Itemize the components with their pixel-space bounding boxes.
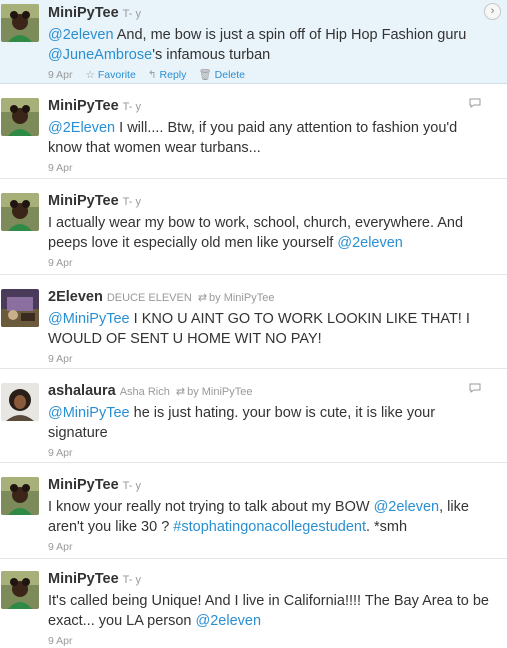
tweet-text: I know your really not trying to talk ab…: [48, 497, 495, 537]
mention-link[interactable]: @2eleven: [337, 235, 403, 251]
speech-bubble-icon[interactable]: [469, 383, 481, 393]
screen-name[interactable]: MiniPyTee: [48, 98, 119, 114]
tweet-meta: 9 Apr: [48, 446, 495, 460]
tweet-item[interactable]: MiniPyTee T- y It's called being Unique! …: [0, 559, 507, 647]
tweet-timeline: MiniPyTee T- y @2eleven And, me bow is ju…: [0, 0, 507, 647]
reply-label: Reply: [159, 69, 187, 81]
tweet-meta: 9 Apr: [48, 352, 495, 366]
text-span: 's infamous turban: [152, 47, 271, 63]
retweeted-by[interactable]: by MiniPyTee: [209, 292, 274, 304]
expand-arrow-button[interactable]: ›: [484, 3, 501, 20]
tweet-meta: 9 Apr: [48, 634, 495, 648]
retweet-info: ⇄ by MiniPyTee: [176, 386, 253, 398]
full-name: Asha Rich: [119, 386, 170, 398]
reply-arrow-icon: ↰: [147, 69, 157, 81]
tweet-text: @MiniPyTee I KNO U AINT GO TO WORK LOOKI…: [48, 309, 495, 349]
trash-icon: 🗑: [198, 69, 212, 81]
tweet-item[interactable]: MiniPyTee T- y @2eleven And, me bow is ju…: [0, 0, 507, 84]
screen-name[interactable]: MiniPyTee: [48, 193, 119, 209]
tweet-item[interactable]: ashalaura Asha Rich ⇄ by MiniPyTee @MiniPyT…: [0, 369, 507, 463]
favorite-button[interactable]: ☆ Favorite: [85, 69, 135, 81]
tweet-meta: 9 Apr: [48, 161, 495, 175]
timestamp[interactable]: 9 Apr: [48, 447, 73, 459]
text-span: It's called being Unique! And I live in …: [48, 593, 489, 629]
mention-link[interactable]: @MiniPyTee: [48, 311, 130, 327]
mention-link[interactable]: @2Eleven: [48, 120, 115, 136]
mention-link[interactable]: @2eleven: [374, 499, 440, 515]
speech-bubble-icon[interactable]: [469, 98, 481, 108]
timestamp[interactable]: 9 Apr: [48, 635, 73, 647]
timestamp[interactable]: 9 Apr: [48, 353, 73, 365]
mention-link[interactable]: @MiniPyTee: [48, 405, 130, 421]
avatar[interactable]: [1, 98, 39, 136]
screen-name[interactable]: MiniPyTee: [48, 5, 119, 21]
tweet-meta: 9 Apr: [48, 540, 495, 554]
retweet-icon: ⇄: [175, 386, 186, 398]
chevron-right-icon: ›: [490, 5, 495, 17]
screen-name[interactable]: MiniPyTee: [48, 477, 119, 493]
tweet-actions: ☆ Favorite ↰ Reply 🗑 Delete: [85, 68, 254, 82]
tweet-text: @2eleven And, me bow is just a spin off …: [48, 25, 495, 65]
retweet-info: ⇄ by MiniPyTee: [198, 292, 275, 304]
delete-label: Delete: [214, 69, 246, 81]
avatar[interactable]: [1, 477, 39, 515]
avatar[interactable]: [1, 289, 39, 327]
mention-link[interactable]: @JuneAmbrose: [48, 47, 152, 63]
reply-button[interactable]: ↰ Reply: [148, 69, 187, 81]
text-span: And, me bow is just a spin off of Hip Ho…: [113, 27, 467, 43]
timestamp[interactable]: 9 Apr: [48, 257, 73, 269]
full-name: T- y: [122, 8, 141, 20]
mention-link[interactable]: @2eleven: [48, 27, 114, 43]
text-span: I know your really not trying to talk ab…: [48, 499, 374, 515]
retweeted-by[interactable]: by MiniPyTee: [187, 386, 252, 398]
avatar[interactable]: [1, 4, 39, 42]
timestamp[interactable]: 9 Apr: [48, 541, 73, 553]
avatar[interactable]: [1, 193, 39, 231]
screen-name[interactable]: MiniPyTee: [48, 571, 119, 587]
tweet-text: @MiniPyTee he is just hating. your bow i…: [48, 403, 495, 443]
tweet-meta: 9 Apr ☆ Favorite ↰ Reply 🗑 Delete: [48, 68, 495, 82]
tweet-meta: 9 Apr: [48, 256, 495, 270]
full-name: DEUCE ELEVEN: [106, 292, 192, 304]
screen-name[interactable]: 2Eleven: [48, 289, 103, 305]
delete-button[interactable]: 🗑 Delete: [198, 69, 245, 81]
timestamp[interactable]: 9 Apr: [48, 69, 73, 81]
favorite-label: Favorite: [97, 69, 136, 81]
tweet-item[interactable]: MiniPyTee T- y I know your really not try…: [0, 463, 507, 559]
tweet-item[interactable]: MiniPyTee T- y I actually wear my bow to …: [0, 179, 507, 275]
star-icon: ☆: [85, 69, 95, 81]
tweet-text: @2Eleven I will.... Btw, if you paid any…: [48, 118, 495, 158]
full-name: T- y: [122, 101, 141, 113]
screen-name[interactable]: ashalaura: [48, 383, 116, 399]
tweet-text: I actually wear my bow to work, school, …: [48, 213, 495, 253]
tweet-text: It's called being Unique! And I live in …: [48, 591, 495, 631]
timestamp[interactable]: 9 Apr: [48, 162, 73, 174]
mention-link[interactable]: @2eleven: [196, 613, 262, 629]
tweet-item[interactable]: 2Eleven DEUCE ELEVEN ⇄ by MiniPyTee @MiniPy…: [0, 275, 507, 369]
text-span: . *smh: [365, 519, 408, 535]
avatar[interactable]: [1, 571, 39, 609]
retweet-icon: ⇄: [197, 292, 208, 304]
full-name: T- y: [122, 574, 141, 586]
tweet-item[interactable]: MiniPyTee T- y @2Eleven I will.... Btw, i…: [0, 84, 507, 179]
avatar[interactable]: [1, 383, 39, 421]
full-name: T- y: [122, 196, 141, 208]
hashtag-link[interactable]: #stophatingonacollegestudent: [173, 519, 366, 535]
full-name: T- y: [122, 480, 141, 492]
